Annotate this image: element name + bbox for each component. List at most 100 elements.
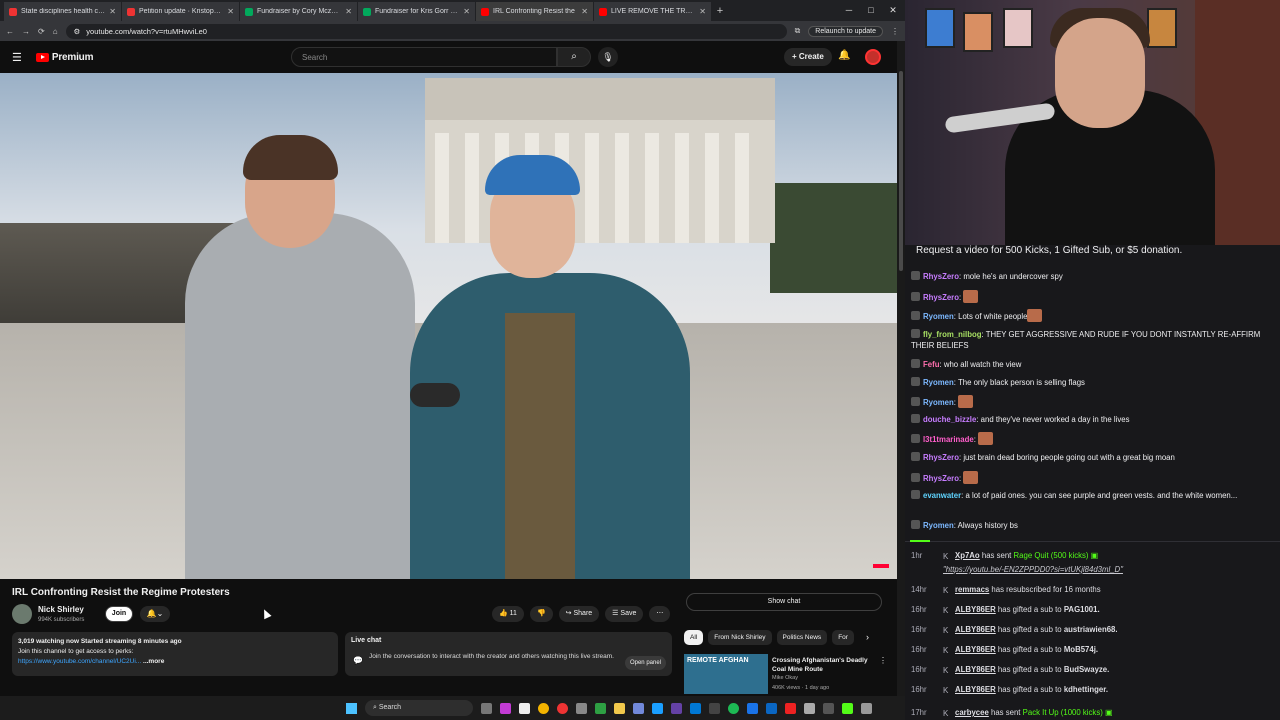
browser-tab[interactable]: LIVE REMOVE THE TRUMP REC ✕ (594, 2, 712, 21)
event-link[interactable]: "https://youtu.be/-EN2ZPPDD0?si=vtUKjl84… (911, 565, 1123, 574)
more-link[interactable]: ...more (143, 658, 164, 665)
event-recipient[interactable]: MoB574j. (1064, 645, 1098, 654)
tab-close-icon[interactable]: ✕ (109, 7, 116, 16)
minimize-icon[interactable]: ─ (838, 0, 860, 21)
site-info-icon[interactable]: ⚙ (74, 27, 81, 36)
join-button[interactable]: Join (105, 606, 133, 622)
open-panel-button[interactable]: Open panel (624, 656, 666, 670)
app-icon[interactable] (785, 702, 796, 714)
browser-tab[interactable]: State disciplines health care pr ✕ (4, 2, 122, 21)
chat-username[interactable]: Ryomen (923, 312, 954, 321)
more-vert-icon[interactable]: ⋮ (879, 656, 887, 665)
maximize-icon[interactable]: □ (860, 0, 882, 21)
chat-username[interactable]: Fefu (923, 360, 939, 369)
more-actions-button[interactable]: ⋯ (649, 606, 671, 622)
back-icon[interactable]: ← (6, 27, 14, 36)
chat-username[interactable]: Ryomen (923, 521, 954, 530)
app-icon[interactable] (861, 702, 872, 714)
app-icon[interactable] (823, 702, 834, 714)
app-icon[interactable] (690, 702, 701, 714)
chat-username[interactable]: fly_from_nilbog (923, 330, 981, 339)
event-username[interactable]: ALBY86ER (955, 685, 996, 694)
chrome-icon[interactable] (557, 702, 568, 714)
recommended-channel[interactable]: Mike Okay (772, 675, 798, 681)
event-username[interactable]: ALBY86ER (955, 645, 996, 654)
address-bar[interactable]: ⚙ youtube.com/watch?v=rtuMHwviLe0 (65, 23, 787, 39)
app-icon[interactable] (595, 702, 606, 714)
hamburger-menu-icon[interactable]: ☰ (12, 51, 22, 64)
relaunch-button[interactable]: Relaunch to update (808, 25, 883, 37)
chat-username[interactable]: RhysZero (923, 453, 959, 462)
event-username[interactable]: remmacs (955, 585, 989, 594)
tab-close-icon[interactable]: ✕ (227, 7, 234, 16)
app-icon[interactable] (709, 702, 720, 714)
channel-avatar[interactable] (12, 604, 32, 624)
description-box[interactable]: 3,019 watching now Started streaming 8 m… (12, 632, 338, 676)
menu-icon[interactable]: ⋮ (891, 27, 899, 36)
browser-tab[interactable]: Petition update · Kristopher's s ✕ (122, 2, 240, 21)
chrome-icon[interactable] (538, 702, 549, 714)
recommended-video[interactable]: REMOTE AFGHAN Crossing Afghanistan's Dea… (684, 654, 894, 694)
steam-icon[interactable] (652, 702, 663, 714)
event-recipient[interactable]: kdhettinger. (1064, 685, 1108, 694)
app-icon[interactable] (576, 702, 587, 714)
chip-for[interactable]: For (832, 630, 854, 645)
app-icon[interactable] (519, 702, 530, 714)
tab-close-icon[interactable]: ✕ (699, 7, 706, 16)
notifications-bell-icon[interactable]: 🔔 (838, 50, 850, 61)
windows-start-icon[interactable] (346, 702, 357, 714)
chat-username[interactable]: l3t1tmarinade (923, 435, 974, 444)
spotify-icon[interactable] (728, 702, 739, 714)
create-button[interactable]: + Create (784, 48, 832, 66)
app-icon[interactable] (671, 702, 682, 714)
tab-close-icon[interactable]: ✕ (345, 7, 352, 16)
browser-tab[interactable]: Fundraiser for Kris Gorr by Kel ✕ (358, 2, 476, 21)
chat-username[interactable]: Ryomen (923, 398, 954, 407)
event-username[interactable]: Xp7Ao (955, 551, 980, 560)
kick-icon[interactable] (842, 702, 853, 714)
tab-close-icon[interactable]: ✕ (581, 7, 588, 16)
account-avatar[interactable] (865, 49, 881, 65)
chat-username[interactable]: RhysZero (923, 474, 959, 483)
event-username[interactable]: carbycee (955, 708, 989, 717)
app-icon[interactable] (766, 702, 777, 714)
event-username[interactable]: ALBY86ER (955, 665, 996, 674)
share-button[interactable]: ↪ Share (558, 606, 600, 622)
task-view-icon[interactable] (481, 702, 492, 714)
scrollbar-thumb[interactable] (899, 71, 903, 271)
chip-from-nick-shirley[interactable]: From Nick Shirley (708, 630, 772, 645)
event-recipient[interactable]: austriawien68. (1064, 625, 1118, 634)
event-recipient[interactable]: PAG1001. (1064, 605, 1100, 614)
new-tab-button[interactable]: + (712, 2, 728, 21)
chevron-right-icon[interactable]: › (866, 632, 869, 642)
discord-icon[interactable] (633, 702, 644, 714)
chip-all[interactable]: All (684, 630, 704, 645)
search-button[interactable]: ⌕ (557, 47, 591, 67)
save-button[interactable]: ☰ Save (605, 606, 644, 622)
channel-name[interactable]: Nick Shirley (38, 605, 84, 614)
event-username[interactable]: ALBY86ER (955, 605, 996, 614)
close-icon[interactable]: ✕ (882, 0, 904, 21)
browser-tab[interactable]: IRL Confronting Resist the ✕ (476, 2, 594, 21)
youtube-logo[interactable]: Premium (35, 52, 93, 63)
page-scrollbar[interactable] (897, 41, 905, 696)
show-chat-button[interactable]: Show chat (686, 593, 882, 611)
subscription-bell-button[interactable]: 🔔⌄ (140, 606, 170, 622)
video-player[interactable] (0, 73, 897, 579)
search-input[interactable]: Search (291, 47, 557, 67)
event-recipient[interactable]: BudSwayze. (1064, 665, 1110, 674)
extensions-icon[interactable]: ⧉ (795, 26, 801, 36)
tab-close-icon[interactable]: ✕ (463, 7, 470, 16)
recommended-thumbnail[interactable]: REMOTE AFGHAN (684, 654, 768, 694)
voice-search-button[interactable]: 🎙 (598, 47, 618, 67)
home-icon[interactable]: ⌂ (53, 27, 58, 36)
like-button[interactable]: 👍 11 (492, 606, 524, 622)
event-username[interactable]: ALBY86ER (955, 625, 996, 634)
chat-username[interactable]: RhysZero (923, 272, 959, 281)
dislike-button[interactable]: 👎 (529, 606, 553, 622)
forward-icon[interactable]: → (22, 27, 30, 36)
taskbar-search[interactable]: ⌕ Search (365, 700, 473, 716)
app-icon[interactable] (804, 702, 815, 714)
chat-username[interactable]: evanwater (923, 491, 961, 500)
folder-icon[interactable] (614, 702, 625, 714)
